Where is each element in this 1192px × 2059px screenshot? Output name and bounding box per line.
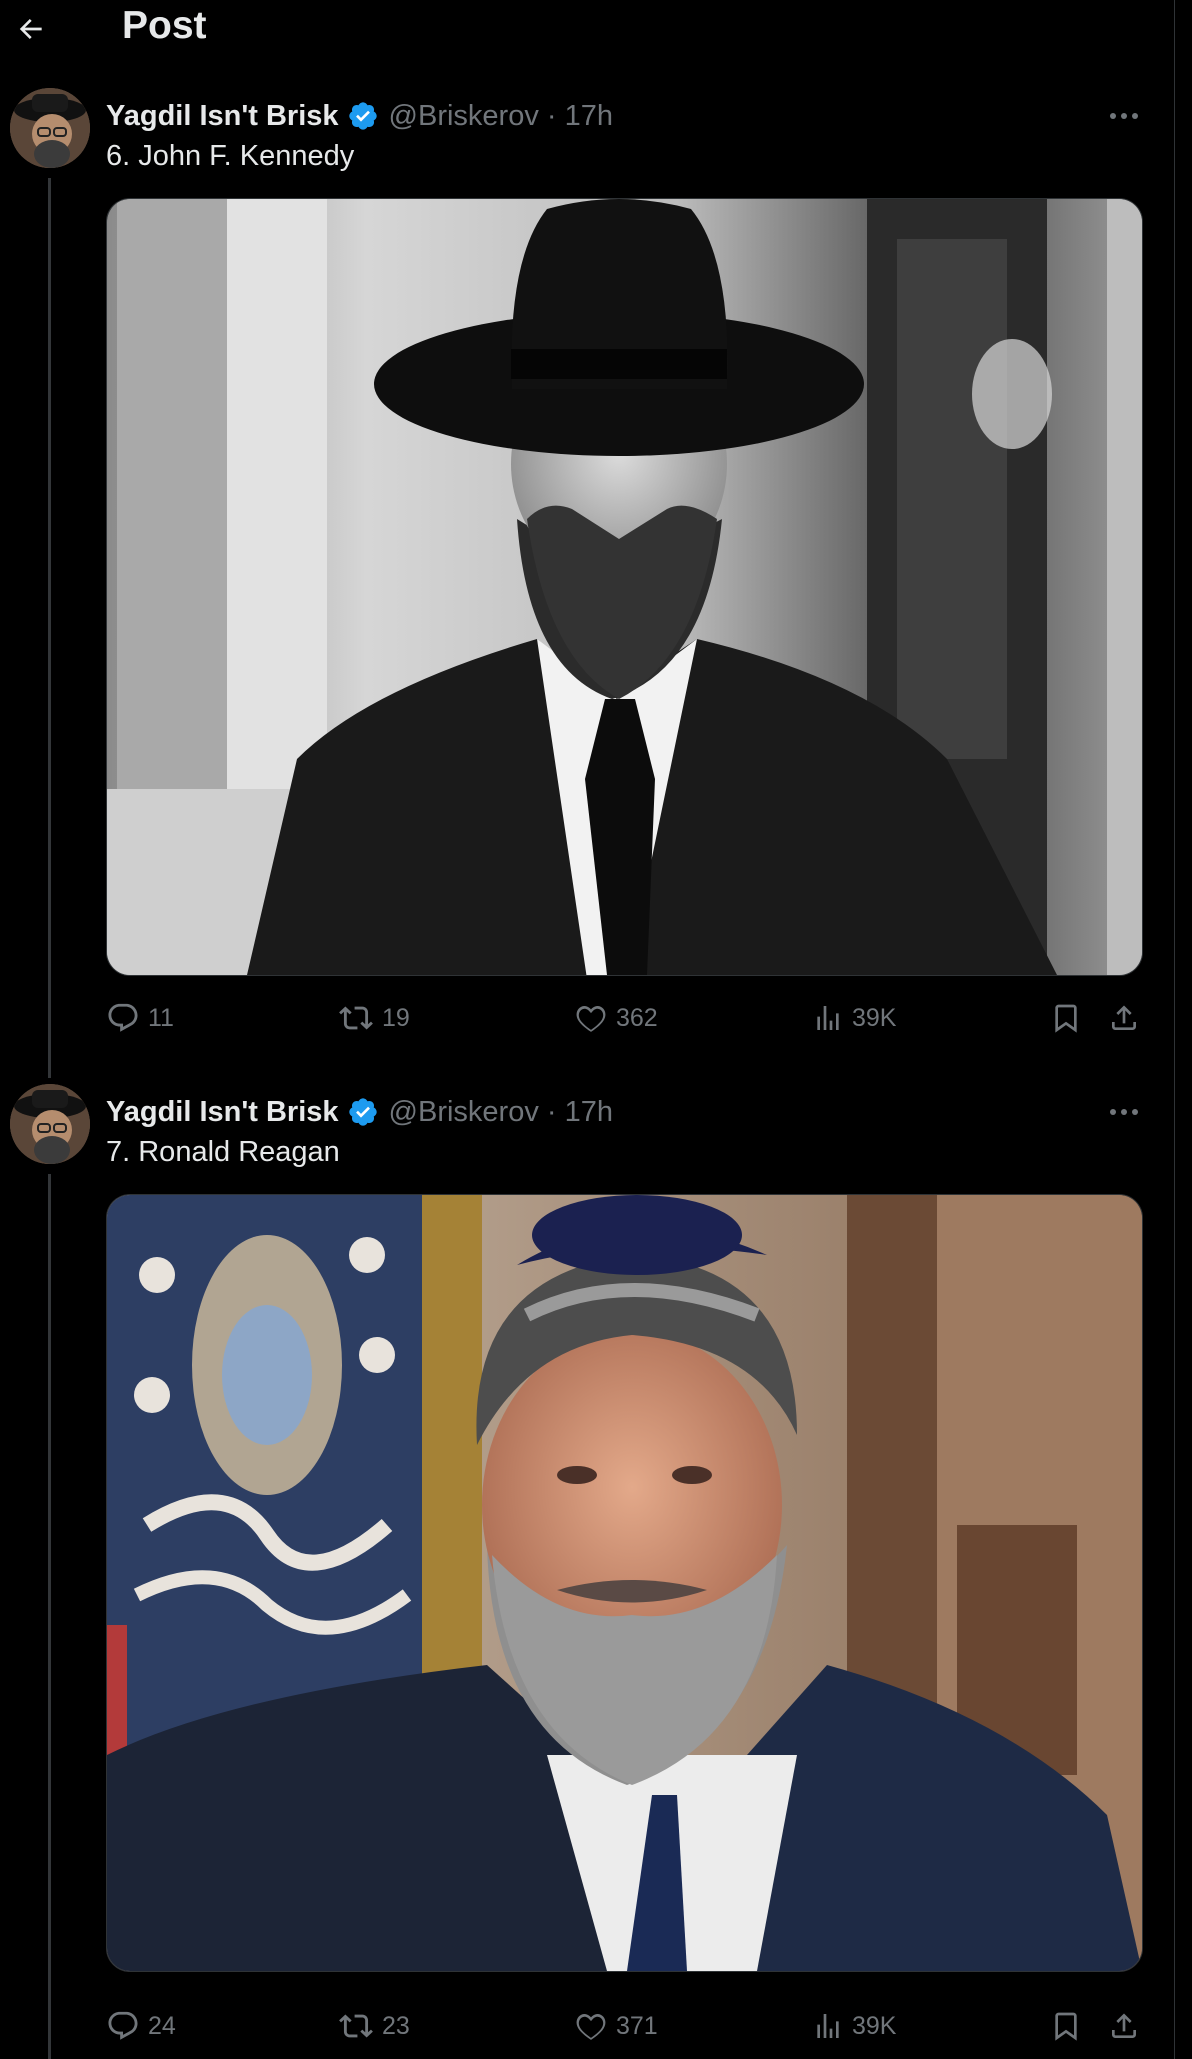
views-icon	[817, 2014, 839, 2038]
like-icon	[576, 2013, 606, 2040]
reply-count: 24	[148, 2011, 176, 2040]
tweet-header: Yagdil Isn't Brisk @Briskerov · 17h	[106, 1092, 613, 1132]
like-count: 362	[616, 1003, 658, 1032]
reply-icon	[108, 2011, 138, 2040]
share-icon	[1112, 2013, 1136, 2038]
reply-count: 11	[148, 1003, 174, 1032]
back-arrow-icon	[19, 19, 42, 39]
reply-button[interactable]: 11	[106, 996, 174, 1040]
verified-badge-icon[interactable]	[347, 100, 379, 132]
share-button[interactable]	[1104, 2004, 1144, 2048]
repost-icon	[339, 2014, 373, 2038]
author-name[interactable]: Yagdil Isn't Brisk	[106, 1096, 339, 1129]
tweet[interactable]: Yagdil Isn't Brisk @Briskerov · 17h 6. J…	[0, 88, 1174, 1048]
views-icon	[817, 1006, 839, 1030]
views-count: 39K	[852, 1003, 897, 1032]
bookmark-icon	[1055, 2012, 1077, 2041]
repost-count: 23	[382, 2011, 410, 2040]
tweet-text: 6. John F. Kennedy	[106, 140, 355, 172]
tweet-text: 7. Ronald Reagan	[106, 1136, 340, 1168]
reply-button[interactable]: 24	[106, 2004, 176, 2048]
repost-button[interactable]: 19	[338, 996, 410, 1040]
tweet-media-image[interactable]	[106, 1194, 1143, 1972]
author-handle-time[interactable]: @Briskerov · 17h	[389, 100, 613, 133]
top-bar: Post	[0, 0, 1174, 60]
bookmark-button[interactable]	[1046, 996, 1086, 1040]
like-button[interactable]: 371	[574, 2004, 658, 2048]
tweet-actions: 11 19 362 39K	[106, 996, 1141, 1040]
author-handle-time[interactable]: @Briskerov · 17h	[389, 1096, 613, 1129]
page-title: Post	[122, 4, 207, 47]
back-button[interactable]	[10, 8, 52, 50]
avatar[interactable]	[10, 88, 90, 168]
views-count: 39K	[852, 2011, 897, 2040]
more-icon	[1110, 113, 1138, 119]
author-name[interactable]: Yagdil Isn't Brisk	[106, 100, 339, 133]
tweet-actions: 24 23 371 39K	[106, 2004, 1141, 2048]
like-button[interactable]: 362	[574, 996, 658, 1040]
repost-count: 19	[382, 1003, 410, 1032]
like-icon	[576, 1005, 606, 1032]
more-button[interactable]	[1100, 1094, 1148, 1130]
reply-icon	[108, 1003, 138, 1032]
repost-button[interactable]: 23	[338, 2004, 410, 2048]
more-button[interactable]	[1100, 98, 1148, 134]
like-count: 371	[616, 2011, 658, 2040]
tweet-header: Yagdil Isn't Brisk @Briskerov · 17h	[106, 96, 613, 136]
tweet[interactable]: Yagdil Isn't Brisk @Briskerov · 17h 7. R…	[0, 1084, 1174, 2059]
views-button[interactable]: 39K	[812, 2004, 896, 2048]
column-border	[1174, 0, 1175, 2059]
views-button[interactable]: 39K	[812, 996, 896, 1040]
share-button[interactable]	[1104, 996, 1144, 1040]
bookmark-button[interactable]	[1046, 2004, 1086, 2048]
tweet-media-image[interactable]	[106, 198, 1143, 976]
avatar[interactable]	[10, 1084, 90, 1164]
verified-badge-icon[interactable]	[347, 1096, 379, 1128]
bookmark-icon	[1055, 1004, 1077, 1033]
share-icon	[1112, 1005, 1136, 1030]
repost-icon	[339, 1006, 373, 1030]
more-icon	[1110, 1109, 1138, 1115]
